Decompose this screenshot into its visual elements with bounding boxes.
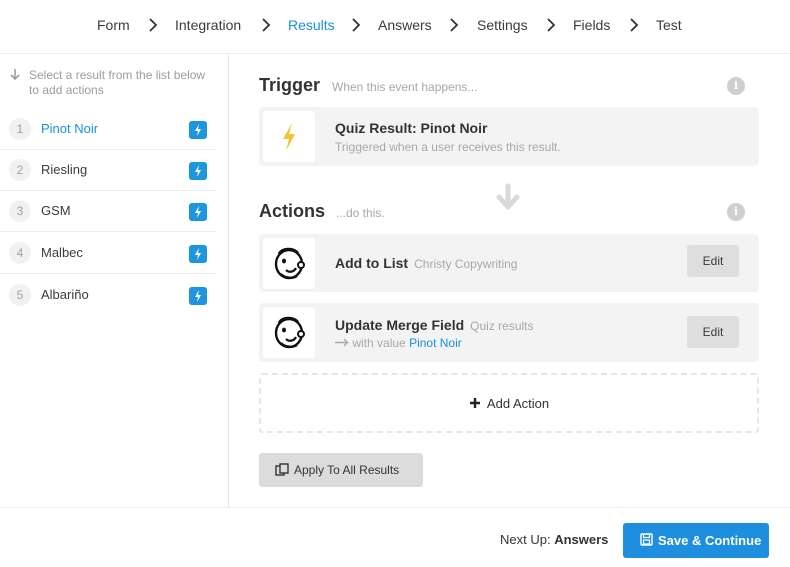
bolt-icon <box>189 203 207 221</box>
info-icon[interactable]: i <box>727 203 745 221</box>
apply-to-all-button[interactable]: Apply To All Results <box>259 453 423 487</box>
action-title: Update Merge Field Quiz results <box>335 317 534 333</box>
result-item[interactable]: 3 GSM <box>0 191 216 232</box>
trigger-heading: Trigger <box>259 75 321 95</box>
add-action-label: Add Action <box>486 396 550 411</box>
edit-button[interactable]: Edit <box>687 316 739 348</box>
copy-icon <box>275 463 289 476</box>
result-number: 2 <box>9 159 31 181</box>
mailchimp-icon <box>274 247 305 280</box>
apply-to-all-label: Apply To All Results <box>294 463 400 477</box>
result-item[interactable]: 5 Albariño <box>0 275 216 316</box>
chevron-right-icon <box>547 18 556 32</box>
mailchimp-logo <box>263 307 315 358</box>
arrow-right-icon <box>335 338 349 347</box>
next-up-step: Answers <box>554 532 609 547</box>
step-settings[interactable]: Settings <box>477 17 528 33</box>
result-item[interactable]: 1 Pinot Noir <box>0 109 216 150</box>
step-integration[interactable]: Integration <box>175 17 241 33</box>
step-form[interactable]: Form <box>97 17 130 33</box>
step-answers[interactable]: Answers <box>378 17 432 33</box>
trigger-title: Quiz Result: Pinot Noir <box>335 120 488 136</box>
chevron-right-icon <box>630 18 639 32</box>
action-card: Update Merge Field Quiz results with valu… <box>259 303 759 362</box>
mailchimp-logo <box>263 238 315 289</box>
result-label: GSM <box>41 203 71 218</box>
bolt-icon <box>189 287 207 305</box>
step-results[interactable]: Results <box>288 17 335 33</box>
arrow-down-icon <box>496 183 520 210</box>
chevron-right-icon <box>450 18 459 32</box>
trigger-card: Quiz Result: Pinot Noir Triggered when a… <box>259 107 759 166</box>
result-label: Riesling <box>41 162 88 177</box>
info-icon[interactable]: i <box>727 77 745 95</box>
bolt-icon <box>283 123 295 151</box>
action-field-name: Quiz results <box>470 319 534 333</box>
mailchimp-icon <box>274 316 305 349</box>
action-title: Add to List Christy Copywriting <box>335 255 518 271</box>
bolt-icon <box>189 121 207 139</box>
action-list-name: Christy Copywriting <box>414 257 518 271</box>
results-sidebar: Select a result from the list below to a… <box>0 55 229 507</box>
action-card: Add to List Christy Copywriting Edit <box>259 234 759 292</box>
step-fields[interactable]: Fields <box>573 17 610 33</box>
result-item[interactable]: 4 Malbec <box>0 233 216 274</box>
result-number: 3 <box>9 200 31 222</box>
chevron-right-icon <box>149 18 158 32</box>
action-value-line: with value Pinot Noir <box>335 336 462 350</box>
save-icon <box>640 533 653 546</box>
save-continue-button[interactable]: Save & Continue <box>623 523 769 558</box>
save-continue-label: Save & Continue <box>658 533 762 548</box>
result-number: 5 <box>9 284 31 306</box>
result-number: 1 <box>9 118 31 140</box>
plus-icon <box>469 398 480 408</box>
chevron-right-icon <box>352 18 361 32</box>
chevron-right-icon <box>262 18 271 32</box>
result-item[interactable]: 2 Riesling <box>0 150 216 191</box>
main-panel: Trigger When this event happens... i Qui… <box>230 55 790 507</box>
actions-heading: Actions <box>259 201 326 221</box>
arrow-down-icon <box>10 69 20 81</box>
bolt-icon <box>189 245 207 263</box>
trigger-subheading: When this event happens... <box>332 80 478 94</box>
result-label: Malbec <box>41 245 83 260</box>
edit-button[interactable]: Edit <box>687 245 739 277</box>
actions-subheading: ...do this. <box>336 206 385 220</box>
trigger-logo <box>263 111 315 162</box>
trigger-description: Triggered when a user receives this resu… <box>335 140 561 154</box>
result-label: Albariño <box>41 287 89 302</box>
next-up-text: Next Up: Answers <box>500 532 609 547</box>
wizard-steps-nav: Form Integration Results Answers Setting… <box>0 0 790 54</box>
result-number: 4 <box>9 242 31 264</box>
footer-bar: Next Up: Answers Save & Continue <box>0 507 790 567</box>
step-test[interactable]: Test <box>656 17 682 33</box>
bolt-icon <box>189 162 207 180</box>
add-action-button[interactable]: Add Action <box>259 373 759 433</box>
result-label: Pinot Noir <box>41 121 99 136</box>
action-value: Pinot Noir <box>409 336 462 350</box>
